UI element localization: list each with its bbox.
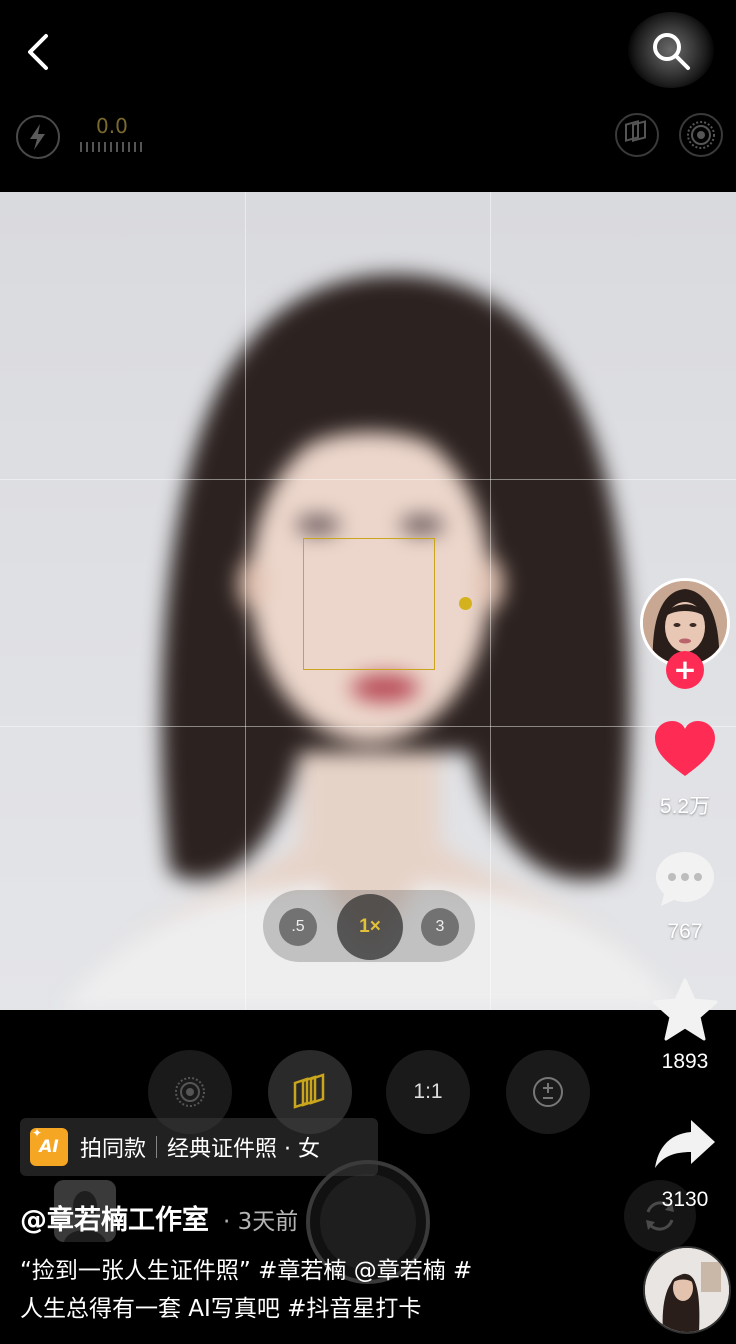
like-count: 5.2万 bbox=[659, 795, 711, 818]
template-name: 经典证件照 · 女 bbox=[167, 1137, 320, 1162]
zoom-3x-button[interactable]: 3 bbox=[421, 908, 459, 946]
caption-line-1: “捡到一张人生证件照” #章若楠 @章若楠 # bbox=[20, 1258, 473, 1284]
ai-badge-label: AI bbox=[39, 1137, 59, 1157]
template-tag[interactable]: ✦ AI 拍同款 经典证件照 · 女 bbox=[20, 1118, 378, 1176]
music-cover-image bbox=[645, 1248, 729, 1332]
exposure-sun-icon[interactable] bbox=[459, 597, 472, 610]
search-icon bbox=[653, 33, 690, 70]
follow-button[interactable]: + bbox=[666, 651, 704, 689]
grid-line bbox=[0, 479, 736, 480]
divider bbox=[156, 1136, 158, 1158]
comment-count: 767 bbox=[667, 920, 703, 943]
focus-box bbox=[303, 538, 435, 670]
post-time: · 3天前 bbox=[223, 1209, 299, 1235]
author-line: @章若楠工作室 · 3天前 bbox=[20, 1198, 298, 1238]
grid-line bbox=[245, 192, 246, 1010]
aspect-ratio-button[interactable]: 1:1 bbox=[386, 1050, 470, 1134]
share-button[interactable] bbox=[653, 1116, 717, 1172]
share-icon bbox=[655, 1120, 715, 1168]
sparkle-icon: ✦ bbox=[32, 1126, 43, 1140]
back-arrow-icon bbox=[28, 34, 48, 70]
video-caption[interactable]: “捡到一张人生证件照” #章若楠 @章若楠 # 人生总得有一套 AI写真吧 #抖… bbox=[20, 1252, 620, 1328]
grid-line bbox=[0, 726, 736, 727]
exposure-value: 0.0 bbox=[96, 114, 128, 138]
zoom-1x-button[interactable]: 1× bbox=[337, 894, 403, 960]
live-photo-icon bbox=[687, 121, 715, 149]
live-photo-icon bbox=[175, 1077, 205, 1107]
shoot-same-label: 拍同款 bbox=[80, 1137, 147, 1162]
search-button[interactable] bbox=[628, 12, 714, 88]
star-icon bbox=[652, 978, 718, 1041]
comment-button[interactable] bbox=[653, 848, 717, 910]
like-button[interactable] bbox=[652, 718, 718, 780]
flash-icon bbox=[30, 124, 45, 150]
exposure-icon bbox=[533, 1077, 563, 1107]
music-disc[interactable] bbox=[643, 1246, 731, 1334]
layers-icon bbox=[293, 1073, 325, 1109]
caption-line-2: 人生总得有一套 AI写真吧 #抖音星打卡 bbox=[20, 1296, 422, 1322]
back-button[interactable] bbox=[18, 28, 62, 76]
layers-icon bbox=[625, 120, 646, 142]
share-count: 3130 bbox=[661, 1188, 709, 1211]
zoom-selector: .5 1× 3 bbox=[263, 890, 475, 962]
style-layers-toggle[interactable] bbox=[615, 113, 659, 157]
grid-line bbox=[490, 192, 491, 1010]
camera-top-bar bbox=[0, 0, 736, 190]
exposure-button[interactable] bbox=[506, 1050, 590, 1134]
ai-badge: ✦ AI bbox=[30, 1126, 68, 1166]
live-photo-toggle[interactable] bbox=[679, 113, 723, 157]
flash-toggle[interactable] bbox=[16, 115, 60, 159]
exposure-readout[interactable]: 0.0 bbox=[80, 114, 150, 154]
author-name[interactable]: @章若楠工作室 bbox=[20, 1198, 209, 1237]
exposure-scale bbox=[80, 142, 146, 152]
heart-icon bbox=[655, 721, 715, 776]
favorite-count: 1893 bbox=[661, 1050, 709, 1073]
comment-icon bbox=[656, 852, 714, 906]
favorite-button[interactable] bbox=[652, 978, 718, 1042]
zoom-0-5-button[interactable]: .5 bbox=[279, 908, 317, 946]
